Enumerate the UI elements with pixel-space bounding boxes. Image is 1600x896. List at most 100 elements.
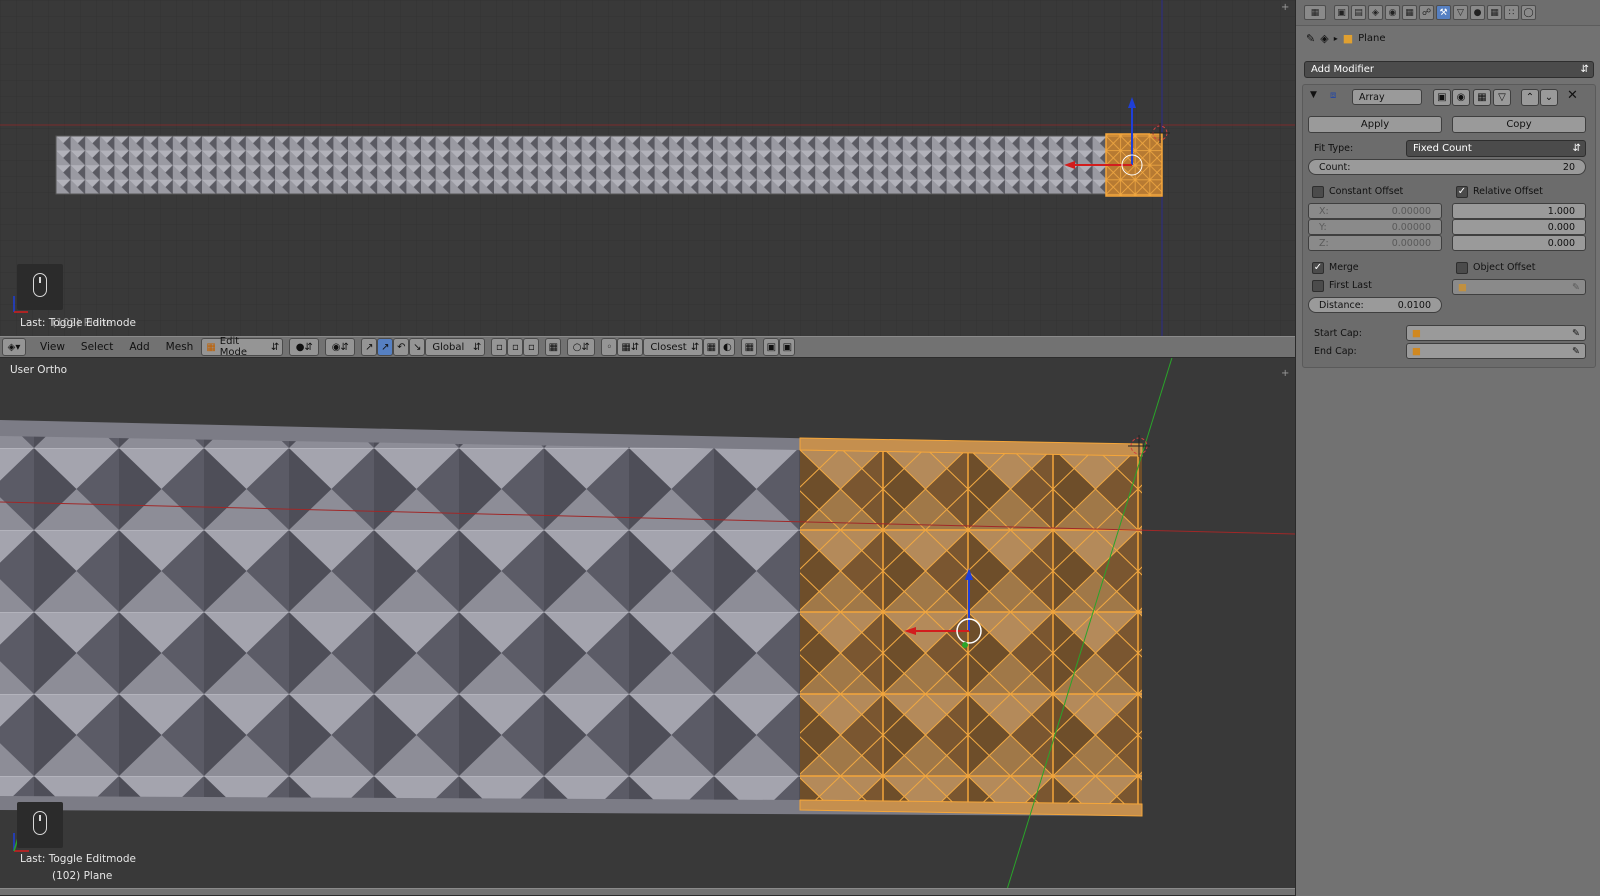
- add-modifier-dropdown[interactable]: Add Modifier ⇵: [1304, 61, 1594, 78]
- relative-z-field[interactable]: 0.000: [1452, 235, 1586, 251]
- properties-context-tabs: ▦ ▣ ▤ ◈ ◉ ▦ ☍ ⚒ ▽ ● ▦ ∷ ◯: [1296, 0, 1600, 26]
- constant-z-value: 0.00000: [1391, 237, 1431, 249]
- edge-select-icon[interactable]: ▫: [507, 338, 524, 356]
- mode-label: Edit Mode: [219, 336, 248, 358]
- rotate-icon[interactable]: ↶: [393, 338, 410, 356]
- remove-modifier-icon[interactable]: ✕: [1567, 88, 1578, 103]
- selected-segment-bottom[interactable]: [800, 450, 1142, 804]
- corner-widget-icon[interactable]: +: [1281, 2, 1291, 13]
- constant-y-field[interactable]: Y: 0.00000: [1308, 219, 1442, 235]
- editmode-toggle-icon[interactable]: ▦: [1473, 89, 1491, 106]
- count-label: Count:: [1319, 161, 1351, 173]
- limit-selection-icon[interactable]: ▦: [545, 338, 562, 356]
- orientation-selector[interactable]: Global ⇵: [425, 338, 486, 356]
- menu-mesh[interactable]: Mesh: [158, 341, 202, 353]
- object-offset-checkbox[interactable]: [1456, 262, 1468, 274]
- oncage-toggle-icon[interactable]: ▽: [1493, 89, 1511, 106]
- constant-offset-checkbox[interactable]: [1312, 186, 1324, 198]
- apply-button[interactable]: Apply: [1308, 116, 1442, 133]
- bottom-viewport[interactable]: User Ortho Last: Toggle Editmode (102) P…: [0, 358, 1295, 896]
- 3d-view-header-bottom: [0, 888, 1295, 896]
- proportional-edit-selector[interactable]: ○⇵: [567, 338, 596, 356]
- eyedropper-icon[interactable]: ✎: [1572, 282, 1580, 293]
- render-toggle-icon[interactable]: ▣: [1433, 89, 1451, 106]
- scale-icon[interactable]: ↘: [409, 338, 426, 356]
- copy-button[interactable]: Copy: [1452, 116, 1586, 133]
- start-cap-field[interactable]: ■ ✎: [1406, 325, 1586, 341]
- object-cube-icon: ■: [1342, 32, 1354, 45]
- modifiers-tab-icon[interactable]: ⚒: [1436, 5, 1451, 20]
- offset-object-field[interactable]: ■ ✎: [1452, 279, 1586, 295]
- array-mesh-bottom[interactable]: [0, 436, 800, 800]
- array-mesh-top[interactable]: [55, 135, 1107, 195]
- scene-tab-icon[interactable]: ◈: [1368, 5, 1383, 20]
- menu-select[interactable]: Select: [73, 341, 121, 353]
- bottom-viewport-canvas[interactable]: [0, 358, 1295, 896]
- fit-type-label: Fit Type:: [1314, 143, 1354, 154]
- modifier-name-field[interactable]: Array: [1352, 89, 1422, 105]
- merge-label: Merge: [1329, 262, 1359, 273]
- object-cube-icon: ■: [1412, 345, 1421, 357]
- constant-x-field[interactable]: X: 0.00000: [1308, 203, 1442, 219]
- physics-tab-icon[interactable]: ◯: [1521, 5, 1536, 20]
- relative-offset-label: Relative Offset: [1473, 186, 1543, 197]
- relative-x-field[interactable]: 1.000: [1452, 203, 1586, 219]
- add-modifier-label: Add Modifier: [1311, 64, 1374, 75]
- editor-type-button[interactable]: ◈▾: [2, 338, 26, 356]
- snap-project-icon[interactable]: ◐: [719, 338, 736, 356]
- eyedropper-icon[interactable]: ✎: [1572, 346, 1580, 357]
- manipulator-toggle-icon[interactable]: ↗: [361, 338, 378, 356]
- constraints-tab-icon[interactable]: ☍: [1419, 5, 1434, 20]
- overlay-toggle-icon[interactable]: ▦: [741, 338, 758, 356]
- eyedropper-icon[interactable]: ✎: [1572, 328, 1580, 339]
- end-cap-field[interactable]: ■ ✎: [1406, 343, 1586, 359]
- object-tab-icon[interactable]: ▦: [1402, 5, 1417, 20]
- mode-selector[interactable]: ▦ Edit Mode ⇵: [201, 336, 284, 358]
- constant-z-field[interactable]: Z: 0.00000: [1308, 235, 1442, 251]
- menu-add[interactable]: Add: [121, 341, 157, 353]
- menu-view[interactable]: View: [32, 341, 73, 353]
- move-down-icon[interactable]: ⌄: [1540, 89, 1558, 106]
- data-tab-icon[interactable]: ▽: [1453, 5, 1468, 20]
- pivot-selector[interactable]: ◉⇵: [325, 338, 356, 356]
- chevron-right-icon: ▸: [1333, 34, 1338, 43]
- mouse-icon: [17, 802, 63, 848]
- render-icon[interactable]: ▣: [763, 338, 780, 356]
- face-select-icon[interactable]: ▫: [523, 338, 540, 356]
- corner-widget-icon[interactable]: +: [1281, 368, 1291, 379]
- render-anim-icon[interactable]: ▣: [779, 338, 796, 356]
- pin-icon[interactable]: ✎: [1306, 32, 1315, 45]
- top-viewport[interactable]: Last: Toggle Editmode (102) Plane +: [0, 0, 1295, 336]
- distance-field[interactable]: Distance: 0.0100: [1308, 297, 1442, 313]
- object-cube-icon: ■: [1458, 281, 1467, 293]
- add-modifier-arrows-icon: ⇵: [1580, 64, 1589, 75]
- object-info-ghost: (102) Plane: [52, 317, 113, 329]
- shading-selector[interactable]: ●⇵: [289, 338, 320, 356]
- relative-y-field[interactable]: 0.000: [1452, 219, 1586, 235]
- collapse-triangle-icon[interactable]: ▼: [1310, 90, 1317, 100]
- snap-toggle-icon[interactable]: ◦: [601, 338, 618, 356]
- top-viewport-canvas[interactable]: [0, 0, 1295, 336]
- world-tab-icon[interactable]: ◉: [1385, 5, 1400, 20]
- viewport-toggle-icon[interactable]: ◉: [1452, 89, 1470, 106]
- 3d-view-header: ◈▾ View Select Add Mesh ▦ Edit Mode ⇵ ●⇵…: [0, 336, 1295, 358]
- merge-checkbox[interactable]: ✓: [1312, 262, 1324, 274]
- snap-element-selector[interactable]: ▦⇵: [617, 338, 644, 356]
- translate-icon[interactable]: ↗: [377, 338, 394, 356]
- material-tab-icon[interactable]: ●: [1470, 5, 1485, 20]
- snap-target-selector[interactable]: Closest ⇵: [643, 338, 704, 356]
- count-field[interactable]: Count: 20: [1308, 159, 1586, 175]
- fit-type-dropdown[interactable]: Fixed Count ⇵: [1406, 140, 1586, 157]
- editor-type-button[interactable]: ▦: [1304, 5, 1326, 20]
- texture-tab-icon[interactable]: ▦: [1487, 5, 1502, 20]
- render-layers-tab-icon[interactable]: ▤: [1351, 5, 1366, 20]
- relative-offset-checkbox[interactable]: ✓: [1456, 186, 1468, 198]
- particles-tab-icon[interactable]: ∷: [1504, 5, 1519, 20]
- vertex-select-icon[interactable]: ▫: [491, 338, 508, 356]
- first-last-checkbox[interactable]: [1312, 280, 1324, 292]
- move-up-icon[interactable]: ⌃: [1521, 89, 1539, 106]
- fit-type-arrows-icon: ⇵: [1572, 143, 1581, 154]
- render-tab-icon[interactable]: ▣: [1334, 5, 1349, 20]
- snap-align-icon[interactable]: ▦: [703, 338, 720, 356]
- mouse-icon: [17, 264, 63, 310]
